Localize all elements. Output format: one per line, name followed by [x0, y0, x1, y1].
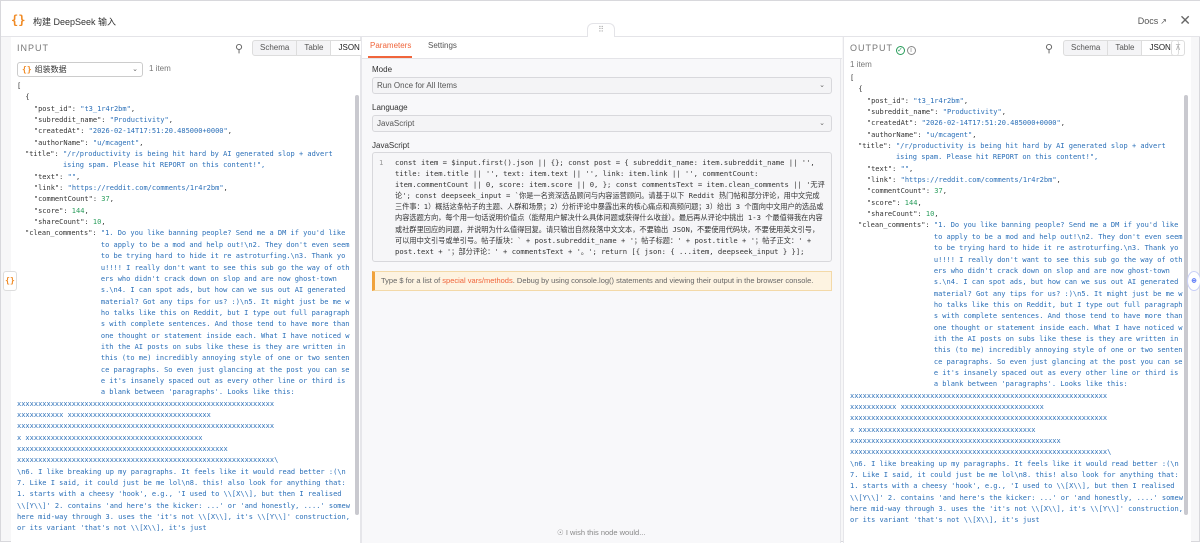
info-icon[interactable]: i	[907, 46, 916, 55]
view-schema-button[interactable]: Schema	[253, 41, 298, 55]
input-panel-label: INPUT	[17, 43, 49, 53]
node-title[interactable]: 构建 DeepSeek 输入	[33, 15, 116, 28]
mode-label: Mode	[372, 65, 393, 74]
output-json-viewer[interactable]: [ { "post_id": "t3_1r4r2bm", "subreddit_…	[850, 73, 1184, 533]
drag-handle-icon[interactable]: ⠿	[587, 23, 615, 37]
chevron-down-icon: ⌄	[819, 120, 825, 127]
language-select[interactable]: JavaScript ⌄	[372, 115, 832, 132]
line-number: 1	[379, 158, 384, 167]
parameters-panel: Parameters Settings Mode Run Once for Al…	[361, 37, 842, 543]
view-schema-button[interactable]: Schema	[1064, 41, 1109, 55]
lightbulb-icon: ☉	[557, 528, 564, 537]
code-text: const item = $input.first().json || {}; …	[395, 158, 825, 256]
docs-link[interactable]: Docs ↗	[1138, 16, 1167, 26]
item-count: 1 item	[850, 60, 872, 69]
output-panel-label: OUTPUT ✓ i	[850, 43, 916, 55]
parameters-tabs: Parameters Settings	[362, 37, 842, 59]
code-editor[interactable]: 1 const item = $input.first().json || {}…	[372, 152, 832, 262]
item-count: 1 item	[149, 64, 171, 73]
chevron-down-icon: ⌄	[132, 66, 138, 73]
modal-header: {} 构建 DeepSeek 输入 Docs ↗ ✕ ⠿	[1, 1, 1200, 37]
input-node-handle-icon[interactable]: {}	[3, 271, 17, 291]
feedback-link[interactable]: ☉ I wish this node would...	[557, 528, 645, 537]
code-node-icon: {}	[22, 65, 32, 74]
input-view-switch: Schema Table JSON	[252, 40, 368, 56]
code-node-icon: {}	[11, 13, 26, 27]
language-label: Language	[372, 103, 408, 112]
node-editor-modal: {} 构建 DeepSeek 输入 Docs ↗ ✕ ⠿ INPUT ⚲ Sche…	[0, 0, 1200, 543]
add-node-handle-icon[interactable]: ⊕	[1187, 271, 1200, 291]
pin-icon[interactable]: ⊼	[1171, 40, 1185, 56]
output-panel: OUTPUT ✓ i ⚲ Schema Table JSON ⊼ 1 item [ …	[843, 37, 1191, 543]
chevron-down-icon: ⌄	[819, 82, 825, 89]
search-icon[interactable]: ⚲	[1045, 42, 1053, 55]
input-json-viewer[interactable]: [ { "post_id": "t3_1r4r2bm", "subreddit_…	[17, 81, 353, 541]
success-check-icon: ✓	[896, 46, 905, 55]
input-scrollbar[interactable]	[355, 95, 359, 515]
search-icon[interactable]: ⚲	[235, 42, 243, 55]
tab-settings[interactable]: Settings	[428, 41, 457, 50]
input-source-select[interactable]: {} 组装数据 ⌄	[17, 62, 143, 77]
output-scrollbar[interactable]	[1184, 95, 1188, 515]
tab-parameters[interactable]: Parameters	[370, 41, 411, 50]
external-link-icon: ↗	[1160, 17, 1167, 26]
special-vars-link[interactable]: special vars/methods	[442, 276, 512, 285]
output-view-switch: Schema Table JSON	[1063, 40, 1179, 56]
active-tab-indicator	[368, 56, 412, 58]
input-panel: INPUT ⚲ Schema Table JSON {} 组装数据 ⌄ 1 ite…	[11, 37, 368, 543]
view-table-button[interactable]: Table	[297, 41, 332, 55]
close-icon[interactable]: ✕	[1179, 13, 1191, 27]
code-label: JavaScript	[372, 141, 410, 150]
mode-select[interactable]: Run Once for All Items ⌄	[372, 77, 832, 94]
code-hint: Type $ for a list of special vars/method…	[372, 271, 832, 291]
view-table-button[interactable]: Table	[1108, 41, 1143, 55]
